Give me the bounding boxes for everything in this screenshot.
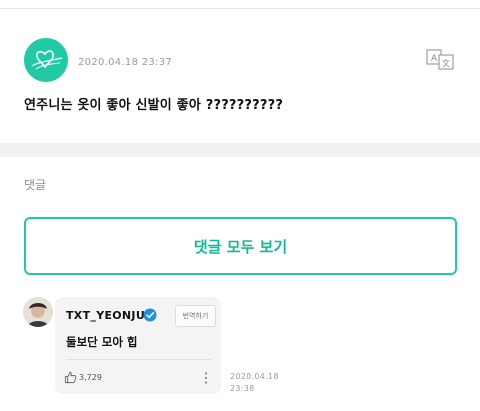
translate-button[interactable]: 번역하기: [175, 305, 216, 327]
comment-bubble: TXT_YEONJUN 번역하기 둘보단 모아 힙 3,729: [55, 297, 221, 394]
svg-text:A: A: [431, 53, 437, 63]
comment-timestamp: 2020.04.18 23:38: [230, 371, 290, 395]
commenter-name[interactable]: TXT_YEONJUN: [66, 309, 155, 322]
author-avatar[interactable]: [24, 38, 68, 82]
commenter-avatar[interactable]: [23, 297, 53, 327]
like-count: 3,729: [79, 373, 102, 382]
post-body: 연주니는 옷이 좋아 신발이 좋아 ??????????: [24, 98, 284, 113]
thumbs-up-icon[interactable]: [64, 371, 77, 384]
comment-time: 23:38: [230, 384, 255, 393]
verified-badge-icon: [143, 308, 157, 322]
section-separator: [0, 143, 480, 157]
comments-section-label: 댓글: [24, 178, 47, 192]
top-divider: [0, 8, 480, 9]
comment-divider: [66, 359, 212, 360]
weverse-heart-logo-icon: [31, 50, 63, 70]
svg-text:文: 文: [442, 58, 450, 68]
post-timestamp: 2020.04.18 23:37: [78, 57, 173, 68]
comment-text: 둘보단 모아 힙: [66, 335, 138, 349]
view-all-comments-button[interactable]: 댓글 모두 보기: [24, 217, 457, 275]
profile-photo-icon: [23, 297, 53, 327]
comment-date: 2020.04.18: [230, 372, 279, 381]
translate-icon[interactable]: A 文: [426, 48, 456, 70]
more-options-icon[interactable]: [203, 371, 209, 385]
